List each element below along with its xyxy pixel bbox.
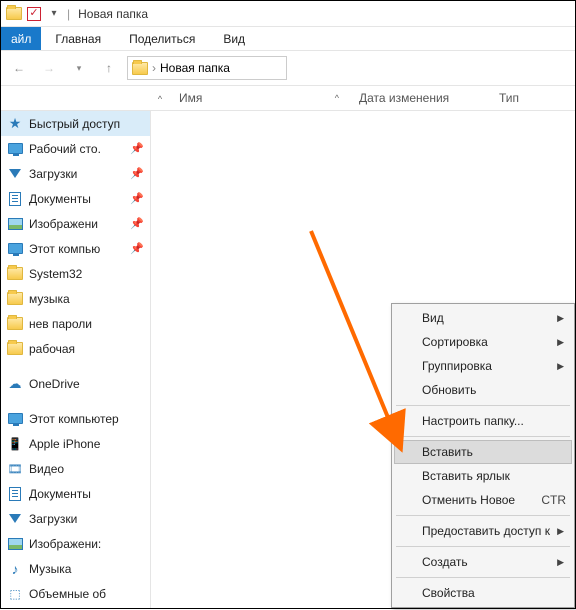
tab-view[interactable]: Вид [209,27,259,50]
forward-button[interactable]: → [37,56,61,80]
pin-icon: 📌 [130,217,144,230]
cm-new[interactable]: Создать▶ [394,550,572,574]
cm-paste-shortcut[interactable]: Вставить ярлык [394,464,572,488]
menu-separator [396,515,570,516]
computer-icon [8,243,23,254]
menu-separator [396,546,570,547]
phone-icon: 📱 [7,436,23,452]
sidebar-pc-documents[interactable]: Документы [1,481,150,506]
chevron-right-icon: ▶ [557,526,564,537]
qat-dropdown-icon[interactable]: ▾ [45,5,63,23]
cm-refresh[interactable]: Обновить [394,378,572,402]
video-icon: 🎞 [7,461,23,477]
sidebar-pc-3d[interactable]: ⬚Объемные об [1,581,150,606]
ribbon-tabs: айл Главная Поделиться Вид [1,27,575,51]
pin-icon: 📌 [130,142,144,155]
sidebar-item-work[interactable]: рабочая [1,336,150,361]
document-icon [9,192,21,206]
sidebar-item-thispc[interactable]: Этот компью📌 [1,236,150,261]
pin-icon: 📌 [130,167,144,180]
folder-icon [7,342,23,355]
sidebar-thispc-group[interactable]: Этот компьютер [1,406,150,431]
sidebar-pc-iphone[interactable]: 📱Apple iPhone [1,431,150,456]
sidebar-item-pictures[interactable]: Изображени📌 [1,211,150,236]
sidebar-pc-desktop[interactable]: Рабочий сто [1,606,150,608]
sidebar-pc-pictures[interactable]: Изображени: [1,531,150,556]
pin-icon: 📌 [130,242,144,255]
sidebar-item-music-folder[interactable]: музыка [1,286,150,311]
folder-icon [132,62,148,75]
context-menu: Вид▶ Сортировка▶ Группировка▶ Обновить Н… [391,303,575,608]
cube-icon: ⬚ [7,586,23,602]
title-bar: ✓ ▾ | Новая папка [1,1,575,27]
app-icon [5,5,23,23]
menu-separator [396,577,570,578]
column-date[interactable]: Дата изменения [349,91,489,105]
cm-undo[interactable]: Отменить НовоеCTR [394,488,572,512]
sidebar-quick-access[interactable]: ★ Быстрый доступ [1,111,150,136]
chevron-right-icon: ▶ [557,337,564,348]
column-type[interactable]: Тип [489,91,529,105]
qat-check-icon[interactable]: ✓ [25,5,43,23]
sidebar-item-downloads[interactable]: Загрузки📌 [1,161,150,186]
cm-properties[interactable]: Свойства [394,581,572,605]
nav-row: ← → ▾ ↑ › Новая папка [1,51,575,85]
star-icon: ★ [7,116,23,132]
back-button[interactable]: ← [7,56,31,80]
chevron-right-icon: ▶ [557,361,564,372]
menu-separator [396,436,570,437]
picture-icon [8,218,23,230]
chevron-right-icon: ▶ [557,313,564,324]
tab-share[interactable]: Поделиться [115,27,209,50]
cm-view[interactable]: Вид▶ [394,306,572,330]
pin-icon: 📌 [130,192,144,205]
cm-paste[interactable]: Вставить [394,440,572,464]
sidebar-pc-music[interactable]: ♪Музыка [1,556,150,581]
cloud-icon: ☁ [7,376,23,392]
download-icon [9,514,21,523]
sidebar-item-documents[interactable]: Документы📌 [1,186,150,211]
computer-icon [8,413,23,424]
window-title: Новая папка [78,7,148,21]
history-dropdown[interactable]: ▾ [67,56,91,80]
folder-icon [7,292,23,305]
tab-file[interactable]: айл [1,27,41,50]
desktop-icon [8,143,23,154]
picture-icon [8,538,23,550]
sidebar-pc-downloads[interactable]: Загрузки [1,506,150,531]
file-list-area[interactable]: Вид▶ Сортировка▶ Группировка▶ Обновить Н… [151,111,575,608]
music-icon: ♪ [7,561,23,577]
sidebar-item-system32[interactable]: System32 [1,261,150,286]
cm-sort[interactable]: Сортировка▶ [394,330,572,354]
cm-share[interactable]: Предоставить доступ к▶ [394,519,572,543]
breadcrumb-name[interactable]: Новая папка [160,61,230,75]
sidebar-item-passwords[interactable]: нев пароли [1,311,150,336]
folder-icon [7,317,23,330]
sort-chevron-icon[interactable]: ^ [158,94,162,104]
sidebar-pc-video[interactable]: 🎞Видео [1,456,150,481]
breadcrumb[interactable]: › Новая папка [127,56,287,80]
download-icon [9,169,21,178]
up-button[interactable]: ↑ [97,56,121,80]
folder-icon [7,267,23,280]
column-headers: ^ Имя^ Дата изменения Тип [1,85,575,111]
cm-group[interactable]: Группировка▶ [394,354,572,378]
sidebar: ★ Быстрый доступ Рабочий сто.📌 Загрузки📌… [1,111,151,608]
cm-customize[interactable]: Настроить папку... [394,409,572,433]
document-icon [9,487,21,501]
tab-home[interactable]: Главная [41,27,115,50]
chevron-right-icon: ▶ [557,557,564,568]
column-name[interactable]: Имя^ [169,91,349,105]
sidebar-item-desktop[interactable]: Рабочий сто.📌 [1,136,150,161]
chevron-right-icon: › [152,61,156,75]
menu-separator [396,405,570,406]
sidebar-onedrive[interactable]: ☁OneDrive [1,371,150,396]
